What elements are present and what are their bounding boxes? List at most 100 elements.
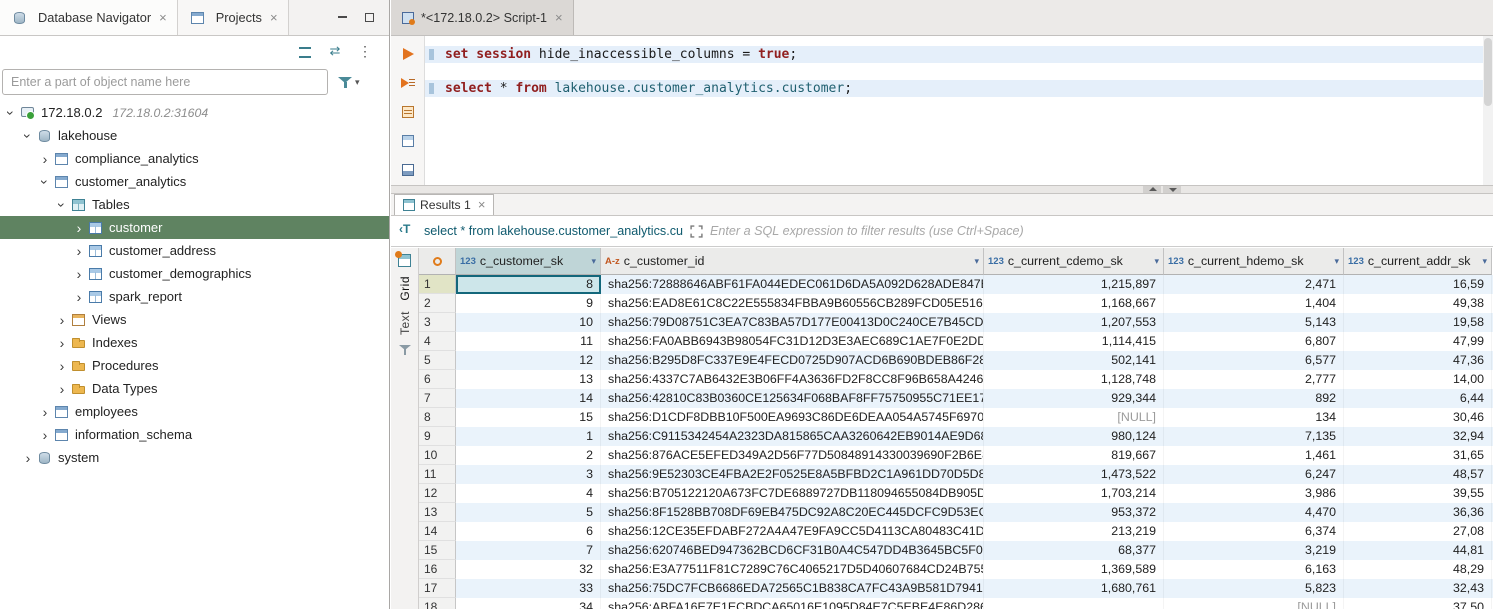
expand-chevron-icon[interactable]: › [55,335,69,351]
cell[interactable]: 6 [456,522,601,541]
cell[interactable]: 10 [456,313,601,332]
grid-presentation-icon[interactable] [397,253,412,268]
scrollbar-thumb[interactable] [1484,38,1492,106]
cell[interactable]: 1,215,897 [984,275,1164,294]
cell[interactable]: 1,703,214 [984,484,1164,503]
table-row[interactable]: 512sha256:B295D8FC337E9E4FECD0725D907ACD… [419,351,1493,370]
row-number[interactable]: 10 [419,446,456,465]
cell[interactable]: 9 [456,294,601,313]
expand-chevron-icon[interactable]: › [54,198,70,212]
cell[interactable]: [NULL] [1164,598,1344,609]
explain-plan-icon[interactable] [400,104,416,120]
table-row[interactable]: 124sha256:B705122120A673FC7DE6889727DB11… [419,484,1493,503]
expand-chevron-icon[interactable]: › [21,450,35,466]
tab-results-1[interactable]: Results 1 × [394,194,494,215]
row-number[interactable]: 11 [419,465,456,484]
cell[interactable]: 39,55 [1344,484,1492,503]
cell[interactable]: 8 [456,275,601,294]
editor-scrollbar[interactable] [1483,36,1493,185]
expand-chevron-icon[interactable]: › [55,381,69,397]
table-row[interactable]: 135sha256:8F1528BB708DF69EB475DC92A8C20E… [419,503,1493,522]
table-row[interactable]: 29sha256:EAD8E61C8C22E555834FBBA9B60556C… [419,294,1493,313]
cell[interactable]: 11 [456,332,601,351]
cell[interactable]: 14 [456,389,601,408]
table-row[interactable]: 714sha256:42810C83B0360CE125634F068BAF8F… [419,389,1493,408]
tree-item-customer-demographics[interactable]: ›customer_demographics [0,262,389,285]
tree-item-data-types[interactable]: ›Data Types [0,377,389,400]
output-panel-icon[interactable] [400,162,416,178]
cell[interactable]: 213,219 [984,522,1164,541]
expand-chevron-icon[interactable]: › [72,243,86,259]
cell[interactable]: 68,377 [984,541,1164,560]
column-header-c_customer_id[interactable]: A-zc_customer_id▾ [601,248,984,275]
cell[interactable]: 1,461 [1164,446,1344,465]
cell[interactable]: sha256:B705122120A673FC7DE6889727DB11809… [601,484,984,503]
cell[interactable]: 4,470 [1164,503,1344,522]
cell[interactable]: 1,114,415 [984,332,1164,351]
column-dropdown-icon[interactable]: ▾ [1334,256,1339,267]
column-header-c_current_hdemo_sk[interactable]: 123c_current_hdemo_sk▾ [1164,248,1344,275]
collapse-all-icon[interactable] [297,43,313,59]
cell[interactable]: 929,344 [984,389,1164,408]
column-dropdown-icon[interactable]: ▾ [1482,256,1487,267]
cell[interactable]: 33 [456,579,601,598]
expand-chevron-icon[interactable]: › [72,220,86,236]
tree-item-compliance-analytics[interactable]: ›compliance_analytics [0,147,389,170]
expand-chevron-icon[interactable]: › [72,289,86,305]
cell[interactable]: 1 [456,427,601,446]
row-number[interactable]: 7 [419,389,456,408]
execute-statement-icon[interactable] [400,46,416,62]
cell[interactable]: sha256:876ACE5EFED349A2D56F77D5084891433… [601,446,984,465]
row-number[interactable]: 6 [419,370,456,389]
expand-chevron-icon[interactable]: › [55,312,69,328]
tree-item-tables[interactable]: ›Tables [0,193,389,216]
cell[interactable]: sha256:42810C83B0360CE125634F068BAF8FF75… [601,389,984,408]
row-number[interactable]: 1 [419,275,456,294]
cell[interactable]: 12 [456,351,601,370]
expand-chevron-icon[interactable]: › [38,427,52,443]
cell[interactable]: 47,99 [1344,332,1492,351]
cell[interactable]: 15 [456,408,601,427]
row-number[interactable]: 4 [419,332,456,351]
results-splitter[interactable] [391,185,1493,194]
cell[interactable]: 7,135 [1164,427,1344,446]
cell[interactable]: 27,08 [1344,522,1492,541]
cell[interactable]: 892 [1164,389,1344,408]
panel-filter-icon[interactable] [397,343,412,358]
close-tab-icon[interactable]: × [270,10,278,25]
cell[interactable]: 7 [456,541,601,560]
cell[interactable]: 3 [456,465,601,484]
tree-item-information-schema[interactable]: ›information_schema [0,423,389,446]
row-number[interactable]: 9 [419,427,456,446]
cell[interactable]: 32 [456,560,601,579]
cell[interactable]: sha256:ABFA16E7E1ECBDCA65016E1095D84E7C5… [601,598,984,609]
tree-item-system[interactable]: ›system [0,446,389,469]
table-row[interactable]: 310sha256:79D08751C3EA7C83BA57D177E00413… [419,313,1493,332]
cell[interactable]: 48,29 [1344,560,1492,579]
tree-item-spark-report[interactable]: ›spark_report [0,285,389,308]
table-row[interactable]: 613sha256:4337C7AB6432E3B06FF4A3636FD2F8… [419,370,1493,389]
row-number[interactable]: 12 [419,484,456,503]
side-tab-grid[interactable]: Grid [398,276,412,301]
cell[interactable]: 1,680,761 [984,579,1164,598]
expand-filter-icon[interactable] [690,225,703,238]
cell[interactable]: 819,667 [984,446,1164,465]
view-menu-icon[interactable] [357,43,373,59]
filter-query-text[interactable]: select * from lakehouse.customer_analyti… [424,224,683,238]
tree-item-172-18-0-2[interactable]: ›172.18.0.2172.18.0.2:31604 [0,101,389,124]
cell[interactable]: 1,473,522 [984,465,1164,484]
cell[interactable]: 32,94 [1344,427,1492,446]
cell[interactable]: 6,374 [1164,522,1344,541]
cell[interactable]: 1,168,667 [984,294,1164,313]
table-row[interactable]: 146sha256:12CE35EFDABF272A4A47E9FA9CC5D4… [419,522,1493,541]
cell[interactable]: 5 [456,503,601,522]
table-row[interactable]: 411sha256:FA0ABB6943B98054FC31D12D3E3AEC… [419,332,1493,351]
row-number[interactable]: 2 [419,294,456,313]
tree-item-lakehouse[interactable]: ›lakehouse [0,124,389,147]
cell[interactable]: 6,807 [1164,332,1344,351]
cell[interactable]: sha256:C9115342454A2323DA815865CAA326064… [601,427,984,446]
cell[interactable]: sha256:72888646ABF61FA044EDEC061D6DA5A09… [601,275,984,294]
close-tab-icon[interactable]: × [159,10,167,25]
row-number[interactable]: 8 [419,408,456,427]
expand-chevron-icon[interactable]: › [38,151,52,167]
